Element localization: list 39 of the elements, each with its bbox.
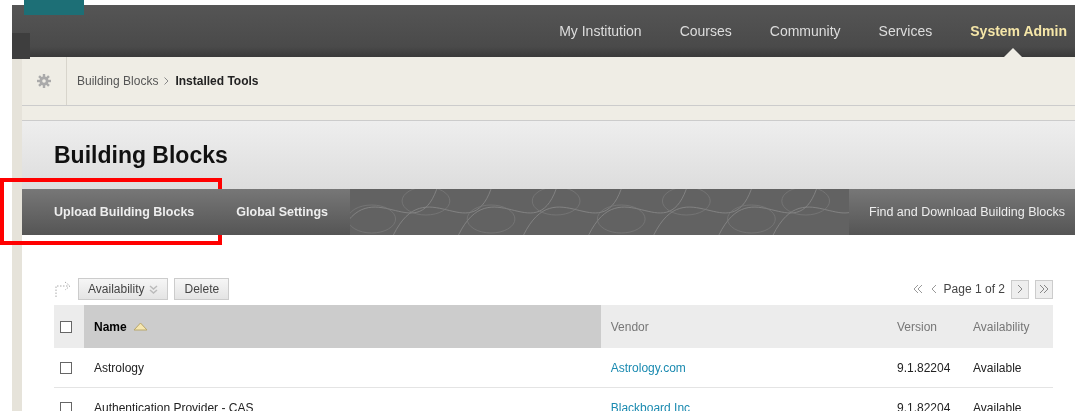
nav-tab[interactable]: Courses [660, 5, 751, 57]
row-checkbox[interactable] [60, 402, 72, 411]
name-cell: Authentication Provider - CAS [94, 400, 254, 411]
name-cell: Astrology [94, 360, 145, 375]
nav-tab[interactable]: Services [859, 5, 952, 57]
double-chevron-icon [1038, 284, 1050, 294]
breadcrumb-link[interactable]: Building Blocks [77, 74, 159, 88]
nav-tab[interactable]: Community [750, 5, 860, 57]
settings-icon[interactable] [37, 74, 51, 88]
availability-cell: Available [973, 400, 1022, 411]
breadcrumb-current: Installed Tools [175, 74, 259, 88]
version-cell: 9.1.82204 [897, 360, 951, 375]
version-cell: 9.1.82204 [897, 400, 951, 411]
first-page-button[interactable] [911, 284, 924, 294]
nav-tab[interactable]: My Institution [540, 5, 661, 57]
action-tab[interactable]: Find and Download Building Blocks [849, 189, 1075, 235]
chevron-icon [164, 77, 170, 85]
sort-ascending-icon[interactable] [132, 322, 148, 331]
action-tab[interactable]: Upload Building Blocks [22, 189, 217, 235]
column-header[interactable]: Vendor [610, 319, 649, 334]
column-header[interactable]: Name [94, 319, 148, 334]
availability-menu-button[interactable]: Availability [78, 278, 169, 300]
vendor-link[interactable]: Blackboard Inc [610, 400, 691, 411]
last-page-button[interactable] [1035, 279, 1053, 299]
previous-page-button[interactable] [929, 284, 938, 294]
select-all-checkbox[interactable] [60, 321, 72, 334]
nav-tab[interactable]: System Admin [951, 5, 1075, 57]
page-indicator: Page 1 of 2 [943, 282, 1005, 296]
availability-cell: Available [973, 360, 1022, 375]
vendor-link[interactable]: Astrology.com [610, 360, 686, 375]
arrow-icon [54, 280, 72, 298]
next-page-button[interactable] [1011, 279, 1029, 299]
caret-icon [149, 284, 159, 294]
action-tab[interactable]: Global Settings [216, 189, 350, 235]
page-title: Building Blocks [54, 141, 228, 169]
delete-button[interactable]: Delete [174, 278, 230, 300]
chevron-right-icon [1016, 284, 1024, 294]
row-checkbox[interactable] [60, 362, 72, 375]
column-header[interactable]: Version [897, 319, 938, 334]
